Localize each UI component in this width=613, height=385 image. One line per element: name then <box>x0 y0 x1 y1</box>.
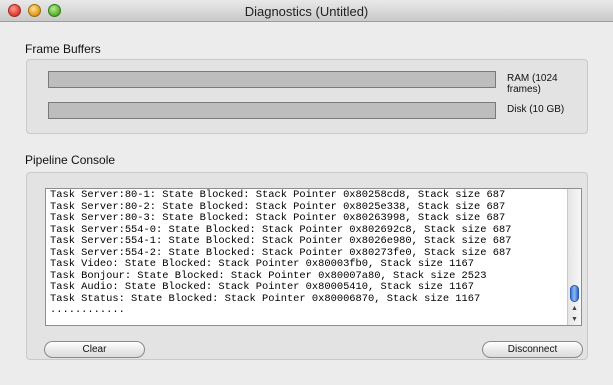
ram-label: RAM (1024 frames) <box>507 73 558 95</box>
console-line: Task Video: State Blocked: Stack Pointer… <box>50 258 475 270</box>
console-output[interactable]: Task Server:80-1: State Blocked: Stack P… <box>45 188 582 326</box>
console-text: Task Server:80-1: State Blocked: Stack P… <box>50 189 512 317</box>
frame-buffers-group: RAM (1024 frames) Disk (10 GB) <box>26 59 588 134</box>
console-line: Task Audio: State Blocked: Stack Pointer… <box>50 281 475 293</box>
disk-progress-bar <box>48 102 496 119</box>
console-line: ............ <box>50 304 125 316</box>
arrow-down-icon[interactable]: ▼ <box>568 314 581 325</box>
disk-label: Disk (10 GB) <box>507 104 565 115</box>
clear-button[interactable]: Clear <box>44 341 145 358</box>
window-title: Diagnostics (Untitled) <box>244 4 369 19</box>
title-bar[interactable]: Diagnostics (Untitled) <box>0 0 613 22</box>
disconnect-button[interactable]: Disconnect <box>482 341 583 358</box>
scroll-thumb[interactable] <box>570 285 579 302</box>
console-line: Task Server:554-1: State Blocked: Stack … <box>50 235 512 247</box>
frame-buffers-heading: Frame Buffers <box>25 42 101 56</box>
diagnostics-window: Diagnostics (Untitled) Frame Buffers RAM… <box>0 0 613 385</box>
arrow-up-icon[interactable]: ▲ <box>568 303 581 314</box>
console-line: Task Server:80-1: State Blocked: Stack P… <box>50 189 506 201</box>
pipeline-console-heading: Pipeline Console <box>25 153 116 167</box>
console-scrollbar[interactable]: ▲ ▼ <box>567 189 581 325</box>
ram-progress-bar <box>48 71 496 88</box>
console-line: Task Server:80-3: State Blocked: Stack P… <box>50 212 506 224</box>
